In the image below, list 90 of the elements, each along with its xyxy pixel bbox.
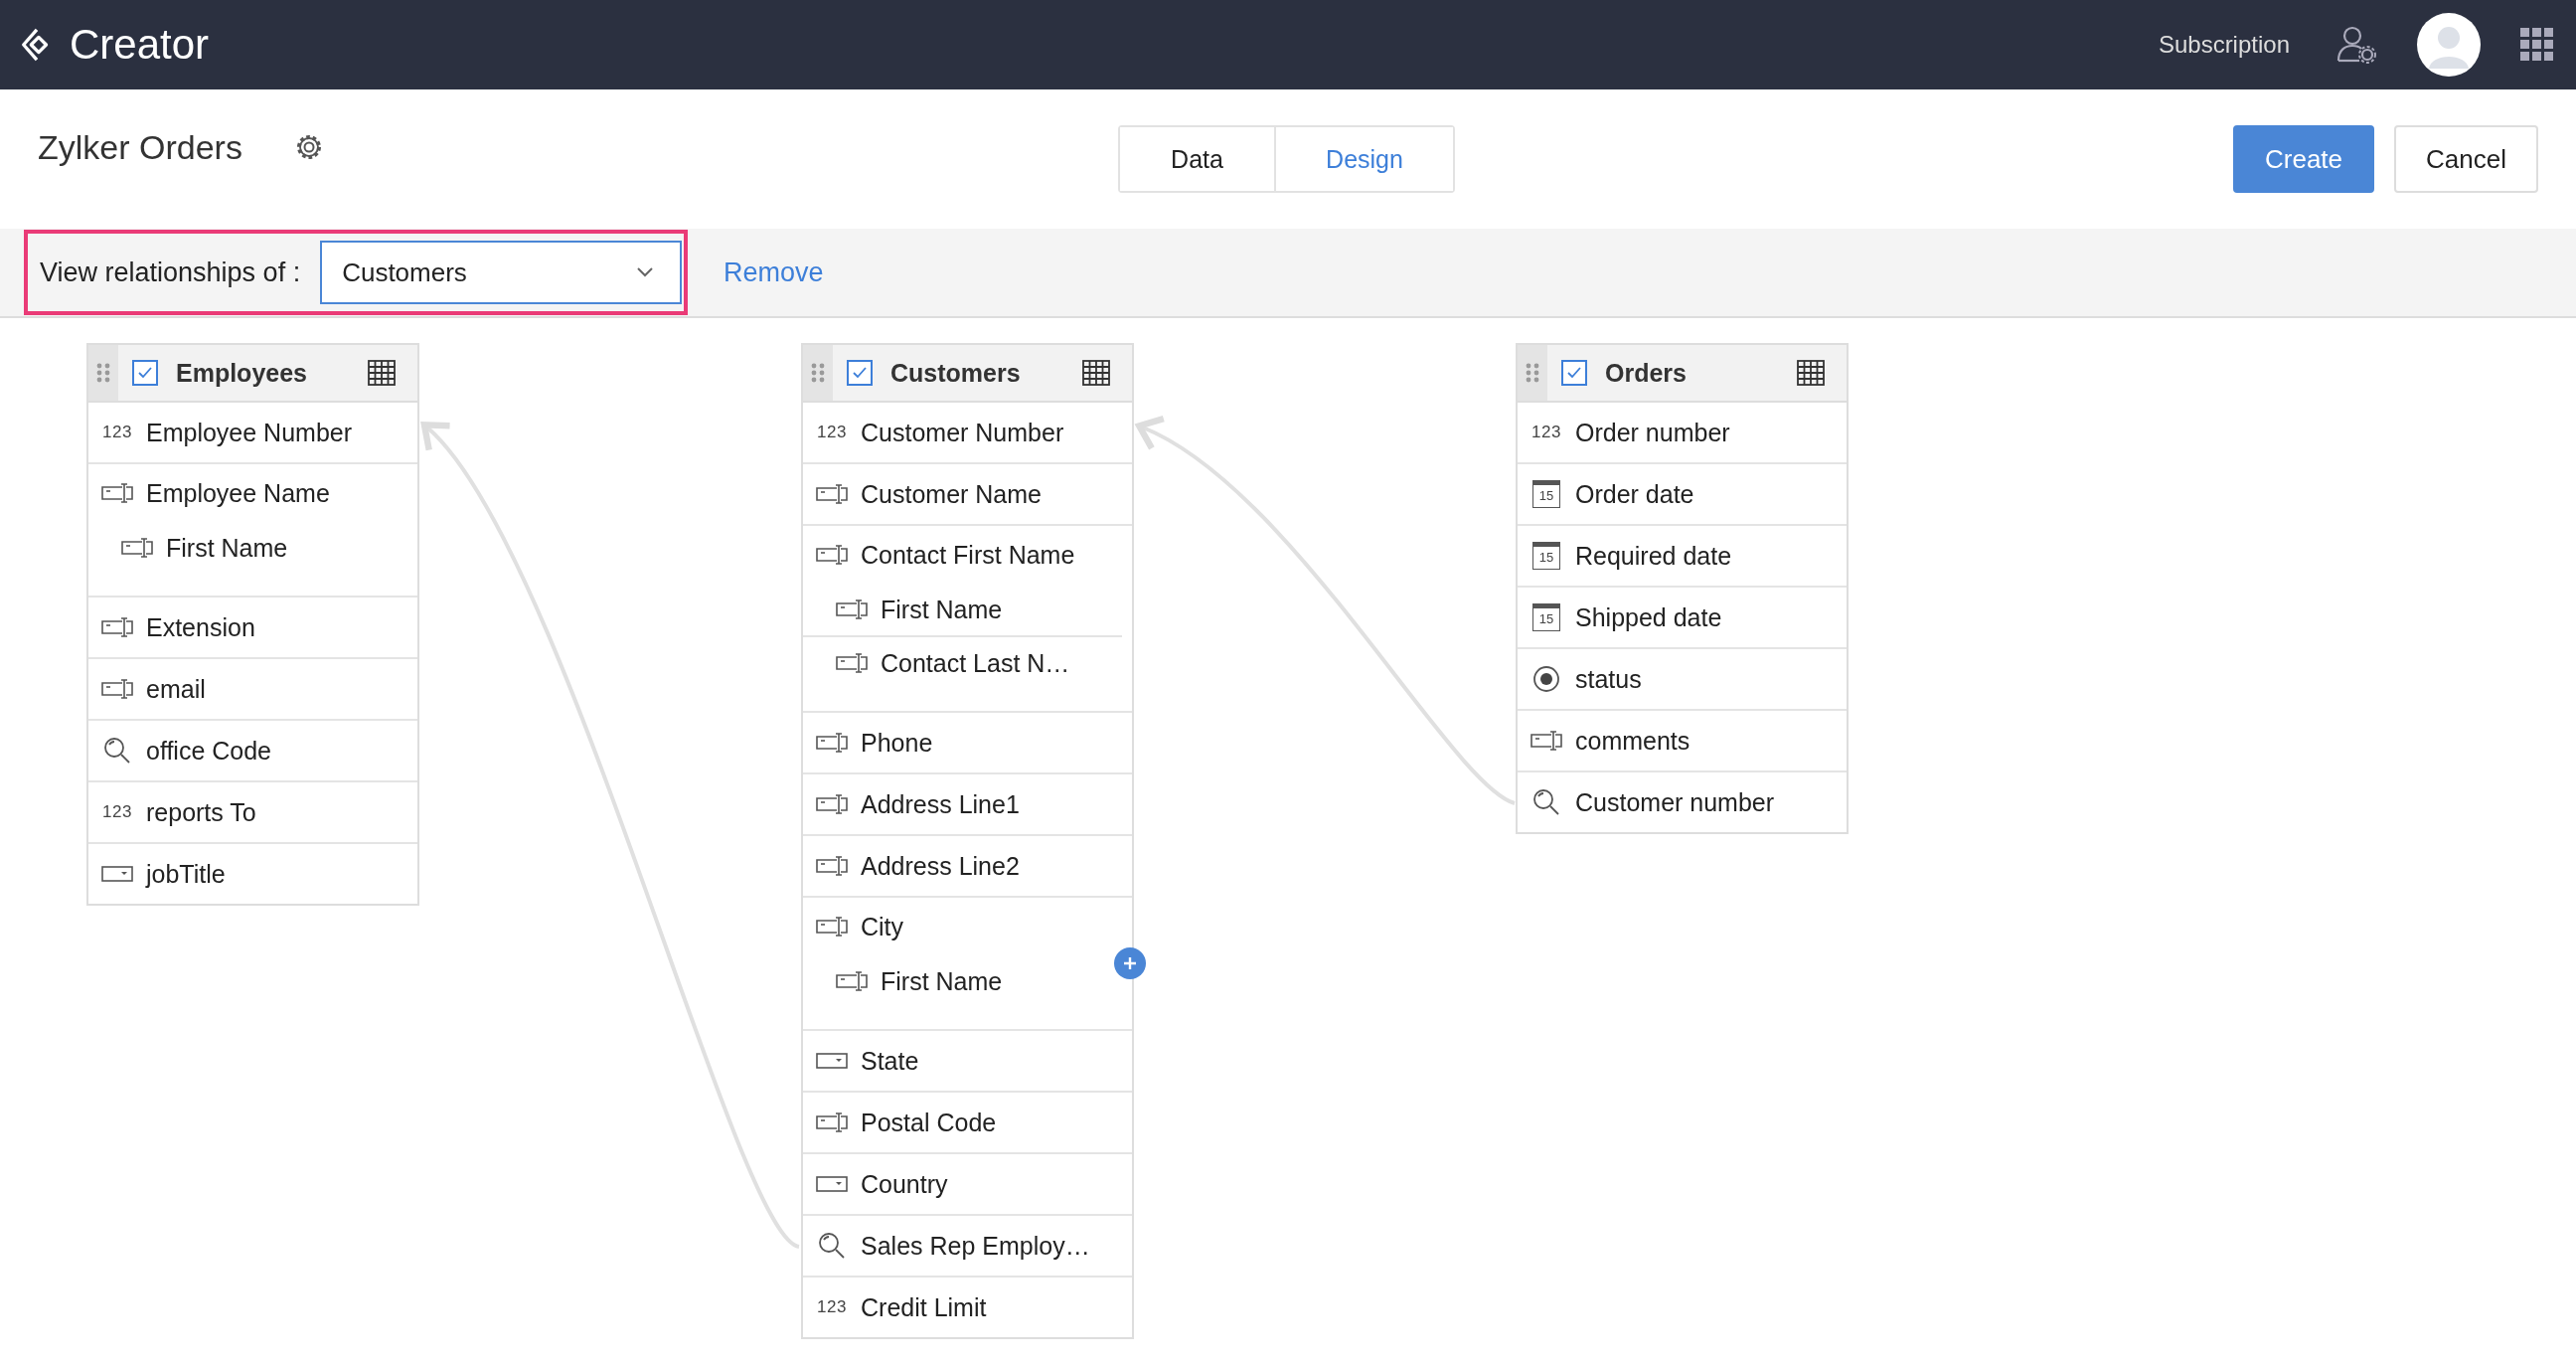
table-name: Customers (890, 358, 1022, 388)
drag-handle-icon[interactable] (88, 345, 118, 401)
page-title: Zylker Orders (38, 127, 242, 167)
table-checkbox[interactable] (847, 360, 873, 386)
field-label: Extension (146, 612, 255, 642)
number-icon: 123 (817, 1297, 847, 1317)
field-label: comments (1575, 726, 1690, 756)
chevron-down-icon (636, 266, 654, 278)
field-label: Sales Rep Employ… (861, 1231, 1090, 1261)
text-field-icon (836, 652, 868, 674)
text-field-icon (101, 678, 133, 700)
field-label: email (146, 674, 206, 704)
apps-grid-icon[interactable] (2520, 28, 2554, 62)
table-grid-icon[interactable] (1797, 360, 1825, 386)
table-checkbox[interactable] (1561, 360, 1587, 386)
table-grid-icon[interactable] (368, 360, 396, 386)
search-icon (1532, 788, 1560, 816)
user-settings-icon[interactable] (2335, 25, 2377, 65)
radio-icon (1532, 665, 1560, 693)
field-label: Address Line2 (861, 851, 1020, 881)
field-label: Employee Name (146, 478, 330, 508)
text-field-icon (816, 544, 848, 566)
field-label: office Code (146, 736, 271, 766)
field-label: Country (861, 1169, 948, 1199)
field-label: Contact Last N… (881, 648, 1070, 678)
filter-label: View relationships of : (40, 256, 301, 288)
field-label: Customer number (1575, 787, 1775, 817)
field-label: jobTitle (146, 859, 226, 889)
field-label: Order date (1575, 479, 1694, 509)
check-icon (137, 366, 153, 380)
dropdown-field-icon (101, 866, 133, 882)
table-checkbox[interactable] (132, 360, 158, 386)
app-name: Creator (70, 21, 210, 69)
create-button[interactable]: Create (2233, 125, 2375, 193)
field-label: Credit Limit (861, 1292, 987, 1322)
text-field-icon (101, 616, 133, 638)
number-icon: 123 (817, 423, 847, 442)
field-label: Postal Code (861, 1108, 997, 1137)
subscription-link[interactable]: Subscription (2158, 31, 2290, 59)
table-grid-icon[interactable] (1082, 360, 1110, 386)
text-field-icon (816, 1111, 848, 1133)
field-label: reports To (146, 797, 256, 827)
field-label: Customer Number (861, 418, 1064, 447)
field-label: Customer Name (861, 479, 1042, 509)
field-label: Contact First Name (861, 540, 1075, 570)
dropdown-field-icon (816, 1053, 848, 1069)
text-field-icon (816, 916, 848, 938)
text-field-icon (816, 732, 848, 754)
field-label: Required date (1575, 541, 1732, 571)
add-button[interactable] (1114, 947, 1146, 979)
field-label: State (861, 1046, 919, 1076)
dropdown-field-icon (816, 1176, 848, 1192)
text-field-icon (121, 537, 153, 559)
field-label: Employee Number (146, 418, 353, 447)
field-label: Phone (861, 728, 933, 758)
field-label: First Name (881, 595, 1003, 624)
drag-handle-icon[interactable] (1518, 345, 1547, 401)
text-field-icon (816, 793, 848, 815)
calendar-icon: 15 (1532, 542, 1560, 570)
field-label: status (1575, 664, 1642, 694)
plus-icon (1121, 954, 1139, 972)
field-label: Shipped date (1575, 602, 1722, 632)
field-label: City (861, 912, 904, 941)
field-label: First Name (881, 966, 1003, 996)
number-icon: 123 (1531, 423, 1561, 442)
search-icon (818, 1232, 846, 1260)
calendar-icon: 15 (1532, 480, 1560, 508)
check-icon (1566, 366, 1582, 380)
number-icon: 123 (102, 423, 132, 442)
table-name: Employees (176, 358, 308, 388)
text-field-icon (101, 482, 133, 504)
text-field-icon (1530, 730, 1562, 752)
drag-handle-icon[interactable] (803, 345, 833, 401)
table-name: Orders (1605, 358, 1688, 388)
avatar[interactable] (2417, 13, 2481, 77)
remove-link[interactable]: Remove (724, 256, 824, 288)
check-icon (852, 366, 868, 380)
field-label: Order number (1575, 418, 1730, 447)
text-field-icon (836, 970, 868, 992)
number-icon: 123 (102, 802, 132, 822)
text-field-icon (816, 855, 848, 877)
search-icon (103, 737, 131, 765)
text-field-icon (836, 598, 868, 620)
field-label: Address Line1 (861, 789, 1020, 819)
text-field-icon (816, 483, 848, 505)
calendar-icon: 15 (1532, 603, 1560, 631)
table-select[interactable]: Customers (320, 241, 682, 304)
cancel-button[interactable]: Cancel (2394, 125, 2538, 193)
view-tab[interactable]: Design (1274, 127, 1453, 191)
field-label: First Name (166, 533, 288, 563)
